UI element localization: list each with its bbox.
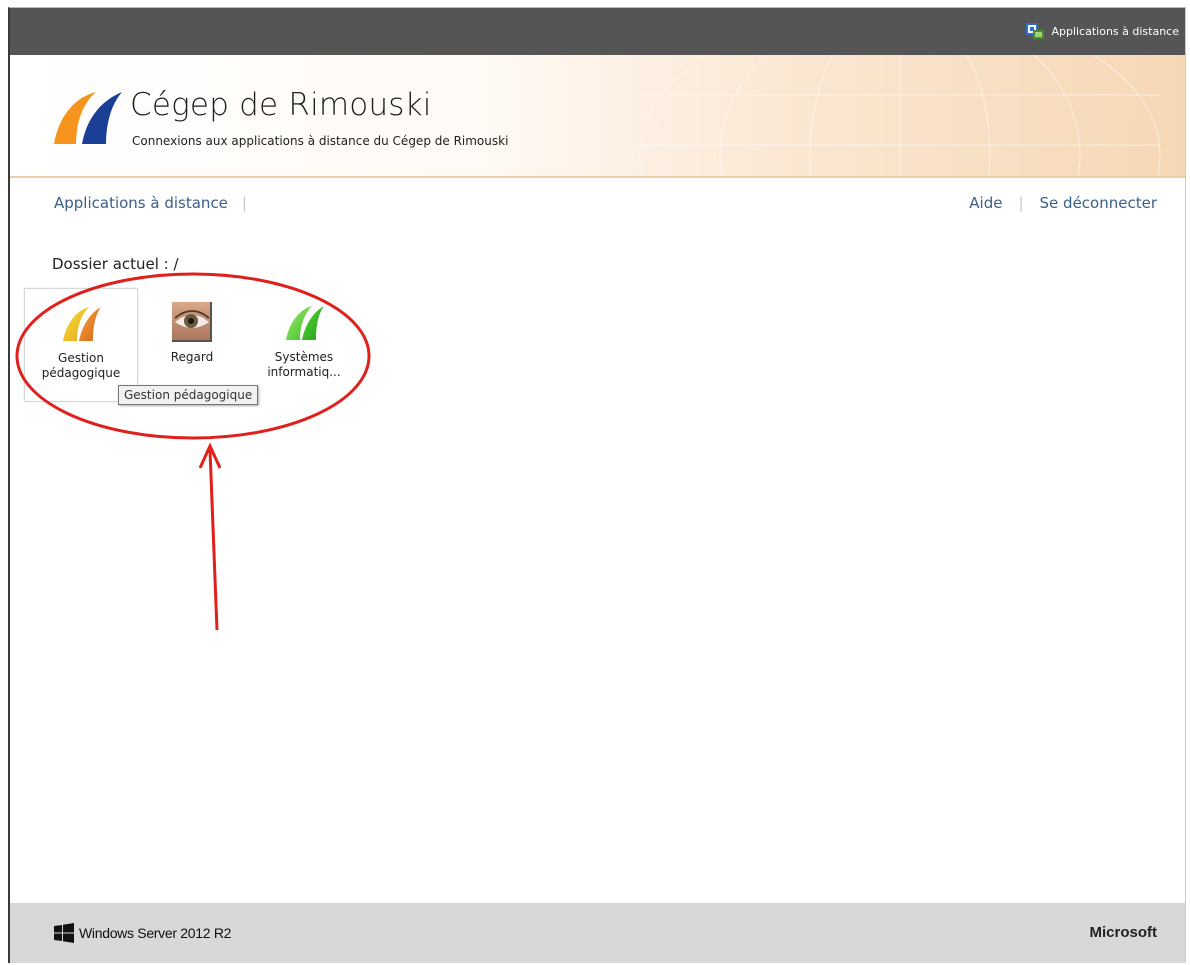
remote-desktop-icon [1025, 22, 1045, 40]
app-label: pédagogique [41, 366, 121, 380]
app-regard[interactable]: Regard [136, 288, 248, 400]
app-label: Regard [170, 350, 214, 364]
nav-remote-apps-link[interactable]: Applications à distance [54, 194, 228, 212]
header-banner: Cégep de Rimouski Connexions aux applica… [10, 55, 1185, 178]
remote-apps-top-label: Applications à distance [1051, 24, 1179, 38]
app-label: Gestion [58, 351, 104, 365]
annotation-arrow-head [198, 442, 222, 469]
app-systemes-informatiques[interactable]: Systèmes informatiq... [248, 288, 360, 400]
systemes-informatiques-icon [286, 306, 324, 340]
app-tooltip: Gestion pédagogique [118, 385, 259, 405]
app-label: informatiq... [267, 365, 341, 379]
current-folder-label: Dossier actuel : / [52, 255, 179, 273]
windows-logo-icon [54, 923, 74, 943]
os-branding: Windows Server 2012 R2 [54, 923, 231, 943]
footer-bar: Windows Server 2012 R2 Microsoft [10, 903, 1185, 963]
nav-separator: | [241, 194, 247, 212]
vendor-label: Microsoft [1089, 924, 1158, 941]
cegep-logo-icon [54, 92, 122, 144]
annotation-arrow-shaft [208, 449, 219, 631]
app-label: Systèmes [274, 350, 334, 364]
nav-help-link[interactable]: Aide [969, 194, 1002, 212]
gestion-pedagogique-icon [63, 307, 101, 341]
globe-watermark-icon [639, 55, 1161, 176]
regard-eye-icon [172, 302, 212, 342]
os-label: Windows Server 2012 R2 [79, 925, 232, 941]
page-title: Cégep de Rimouski [130, 87, 432, 123]
remote-apps-top-link[interactable]: Applications à distance [1025, 22, 1179, 40]
page-subtitle: Connexions aux applications à distance d… [132, 134, 509, 148]
nav-logout-link[interactable]: Se déconnecter [1040, 194, 1157, 212]
top-bar: Applications à distance [10, 8, 1185, 55]
nav-bar: Applications à distance | Aide | Se déco… [10, 194, 1185, 218]
nav-separator: | [1018, 194, 1024, 212]
browser-content: Applications à distance Cégep de Rimousk… [8, 7, 1186, 963]
